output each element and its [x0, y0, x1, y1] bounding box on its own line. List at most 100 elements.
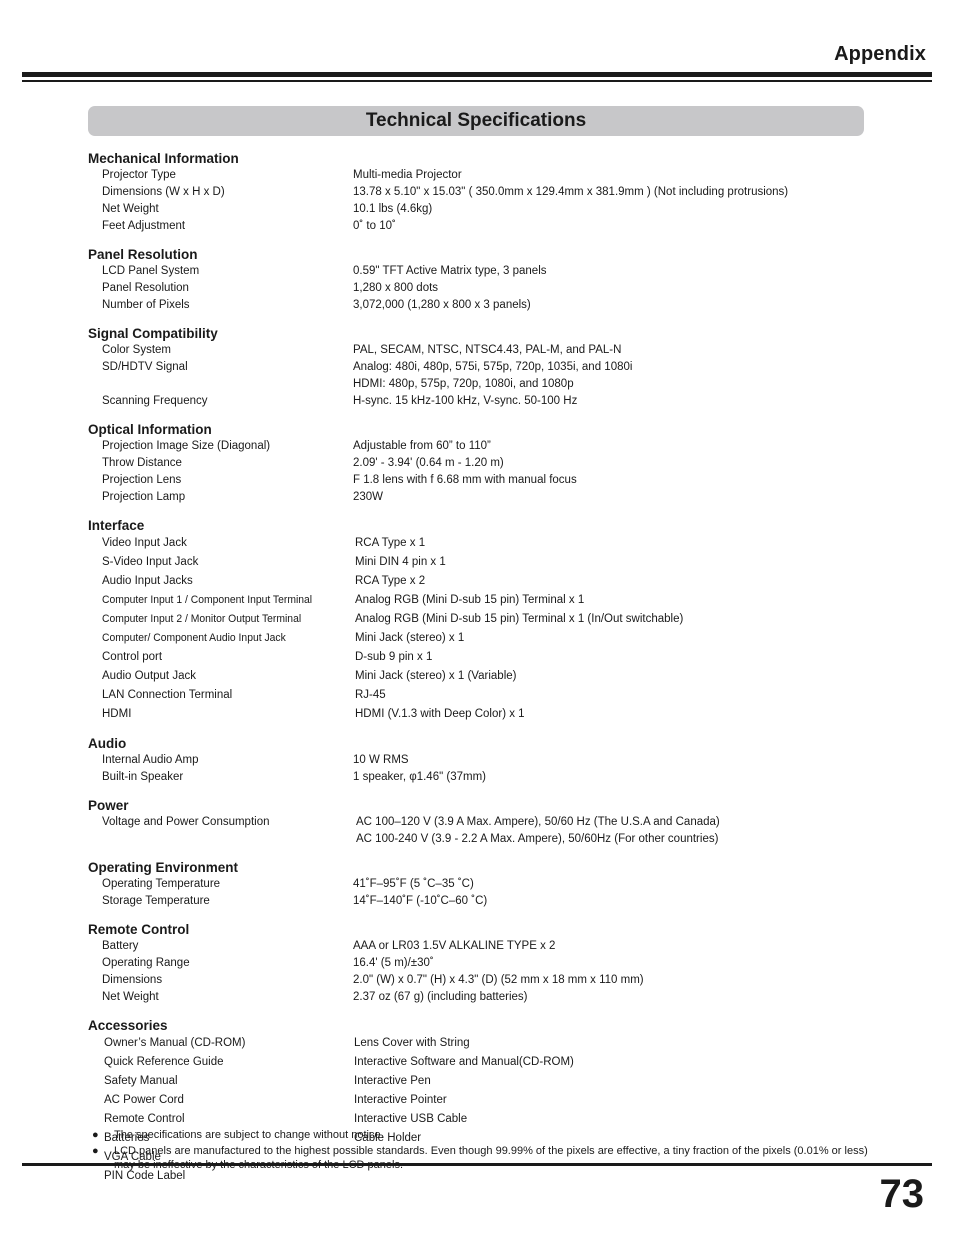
spec-label: Operating Range: [102, 957, 190, 969]
spec-value: 13.78 x 5.10" x 15.03" ( 350.0mm x 129.4…: [353, 186, 789, 198]
spec-label: Built-in Speaker: [102, 771, 184, 783]
spec-value: Mini Jack (stereo) x 1: [355, 632, 465, 644]
spec-row: Video Input Jack RCA Type x 1: [88, 534, 888, 553]
spec-row: LAN Connection Terminal RJ-45: [88, 686, 888, 705]
section-heading-operating-environment: Operating Environment: [88, 860, 239, 875]
accessory-name-primary: Safety Manual: [104, 1075, 178, 1087]
spec-label: LCD Panel System: [102, 265, 200, 277]
section-rows-audio: Internal Audio Amp 10 W RMS Built-in Speak…: [88, 752, 888, 786]
spec-label: Storage Temperature: [102, 895, 210, 907]
page-footer: 73: [0, 1155, 954, 1235]
accessory-name-primary: Quick Reference Guide: [104, 1056, 224, 1068]
spec-row: Net Weight 10.1 lbs (4.6kg): [88, 201, 888, 218]
spec-value: HDMI (V.1.3 with Deep Color) x 1: [355, 708, 525, 720]
spec-value: RJ-45: [355, 689, 386, 701]
spec-value: HDMI: 480p, 575p, 720p, 1080i, and 1080p: [353, 378, 574, 390]
accessory-row: Safety Manual Interactive Pen: [88, 1072, 888, 1091]
spec-value: 230W: [353, 491, 384, 503]
spec-label: Projection Image Size (Diagonal): [102, 440, 271, 452]
spec-label: Audio Input Jacks: [102, 575, 193, 587]
section-rows-panel-resolution: LCD Panel System 0.59" TFT Active Matrix …: [88, 263, 888, 314]
spec-label: Voltage and Power Consumption: [102, 816, 270, 828]
footer-rule: [22, 1163, 932, 1166]
spec-label: Video Input Jack: [102, 537, 187, 549]
spec-value: Mini DIN 4 pin x 1: [355, 556, 446, 568]
spec-label: Color System: [102, 344, 172, 356]
section-rows-remote-control: Battery AAA or LR03 1.5V ALKALINE TYPE x …: [88, 938, 888, 1006]
spec-row: Projection Lamp 230W: [88, 489, 888, 506]
section-rows-mechanical-information: Projector Type Multi-media Projector Dimen…: [88, 167, 888, 235]
section-heading-optical-information: Optical Information: [88, 422, 212, 437]
spec-value: 1,280 x 800 dots: [353, 282, 439, 294]
accessory-name-secondary: Interactive USB Cable: [354, 1113, 468, 1125]
section-heading-accessories: Accessories: [88, 1018, 168, 1033]
spec-value: AAA or LR03 1.5V ALKALINE TYPE x 2: [353, 940, 556, 952]
header-rule-thick: [22, 72, 932, 77]
spec-value: Analog RGB (Mini D-sub 15 pin) Terminal …: [355, 594, 585, 606]
spec-label: Internal Audio Amp: [102, 754, 199, 766]
spec-row: Audio Input Jacks RCA Type x 2: [88, 572, 888, 591]
accessory-row: Remote Control Interactive USB Cable: [88, 1110, 888, 1129]
spec-label: Dimensions: [102, 974, 163, 986]
section-heading-interface: Interface: [88, 518, 145, 533]
header-rule-thin: [22, 80, 932, 82]
spec-value: Mini Jack (stereo) x 1 (Variable): [355, 670, 517, 682]
spec-row: Control port D-sub 9 pin x 1: [88, 648, 888, 667]
technical-specifications-title: Technical Specifications: [365, 110, 587, 131]
spec-value: Multi-media Projector: [353, 169, 462, 181]
section-heading-power: Power: [88, 798, 129, 813]
spec-value: Analog: 480i, 480p, 575i, 575p, 720p, 10…: [353, 361, 633, 373]
spec-value: 2.37 oz (67 g) (including batteries): [353, 991, 528, 1003]
page-header: Appendix: [0, 0, 954, 90]
spec-value: 41˚F–95˚F (5 ˚C–35 ˚C): [353, 878, 474, 890]
spec-row: Computer Input 2 / Monitor Output Termin…: [88, 610, 888, 629]
spec-row: Operating Temperature 41˚F–95˚F (5 ˚C–35 …: [88, 876, 888, 893]
spec-value: 0.59" TFT Active Matrix type, 3 panels: [353, 265, 547, 277]
spec-label: Operating Temperature: [102, 878, 221, 890]
footnote-text: The specifications are subject to change…: [114, 1129, 384, 1141]
spec-row: HDMI: 480p, 575p, 720p, 1080i, and 1080p: [88, 376, 888, 393]
spec-row: Scanning Frequency H-sync. 15 kHz-100 kHz…: [88, 393, 888, 410]
spec-label: Net Weight: [102, 203, 159, 215]
spec-label: Audio Output Jack: [102, 670, 196, 682]
spec-row: SD/HDTV Signal Analog: 480i, 480p, 575i, …: [88, 359, 888, 376]
spec-row: Panel Resolution 1,280 x 800 dots: [88, 280, 888, 297]
spec-row: Color System PAL, SECAM, NTSC, NTSC4.43, …: [88, 342, 888, 359]
specifications-body: Mechanical Information Projector Type Mult…: [88, 150, 888, 1186]
spec-row: Net Weight 2.37 oz (67 g) (including batt…: [88, 989, 888, 1006]
spec-row: Battery AAA or LR03 1.5V ALKALINE TYPE x …: [88, 938, 888, 955]
spec-value: 16.4' (5 m)/±30˚: [353, 957, 434, 969]
accessory-name-secondary: Interactive Software and Manual(CD-ROM): [354, 1056, 574, 1068]
spec-value: H-sync. 15 kHz-100 kHz, V-sync. 50-100 H…: [353, 395, 578, 407]
spec-value: PAL, SECAM, NTSC, NTSC4.43, PAL-M, and P…: [353, 344, 622, 356]
spec-label: Computer Input 1 / Component Input Termi…: [102, 594, 313, 606]
spec-value: 2.0" (W) x 0.7" (H) x 4.3" (D) (52 mm x …: [353, 974, 644, 986]
section-heading-audio: Audio: [88, 736, 127, 751]
spec-value: Analog RGB (Mini D-sub 15 pin) Terminal …: [355, 613, 684, 625]
section-heading-mechanical-information: Mechanical Information: [88, 151, 239, 166]
bullet-icon: ●: [92, 1129, 99, 1141]
spec-label: Projector Type: [102, 169, 176, 181]
accessory-name-primary: Owner’s Manual (CD-ROM): [104, 1037, 246, 1049]
section-rows-interface: Video Input Jack RCA Type x 1 S-Video Inp…: [88, 534, 888, 724]
accessory-name-secondary: Lens Cover with String: [354, 1037, 470, 1049]
spec-label: Scanning Frequency: [102, 395, 208, 407]
spec-label: Projection Lamp: [102, 491, 186, 503]
accessory-row: Owner’s Manual (CD-ROM) Lens Cover with S…: [88, 1034, 888, 1053]
spec-row: LCD Panel System 0.59" TFT Active Matrix …: [88, 263, 888, 280]
spec-value: 0˚ to 10˚: [353, 220, 396, 232]
spec-row: Computer Input 1 / Component Input Termi…: [88, 591, 888, 610]
spec-row: Number of Pixels 3,072,000 (1,280 x 800 x…: [88, 297, 888, 314]
spec-row: Voltage and Power Consumption AC 100–120…: [88, 814, 888, 831]
accessory-name-primary: AC Power Cord: [104, 1094, 184, 1106]
spec-value: F 1.8 lens with f 6.68 mm with manual fo…: [353, 474, 577, 486]
section-rows-optical-information: Projection Image Size (Diagonal) Adjustab…: [88, 438, 888, 506]
accessory-row: AC Power Cord Interactive Pointer: [88, 1091, 888, 1110]
spec-label: LAN Connection Terminal: [102, 689, 233, 701]
spec-value: 1 speaker, φ1.46" (37mm): [353, 771, 486, 783]
section-heading-remote-control: Remote Control: [88, 922, 190, 937]
spec-row: HDMI HDMI (V.1.3 with Deep Color) x 1: [88, 705, 888, 724]
spec-row: Built-in Speaker 1 speaker, φ1.46" (37mm): [88, 769, 888, 786]
spec-label: Computer/ Component Audio Input Jack: [102, 632, 286, 644]
running-header-title: Appendix: [834, 43, 926, 65]
